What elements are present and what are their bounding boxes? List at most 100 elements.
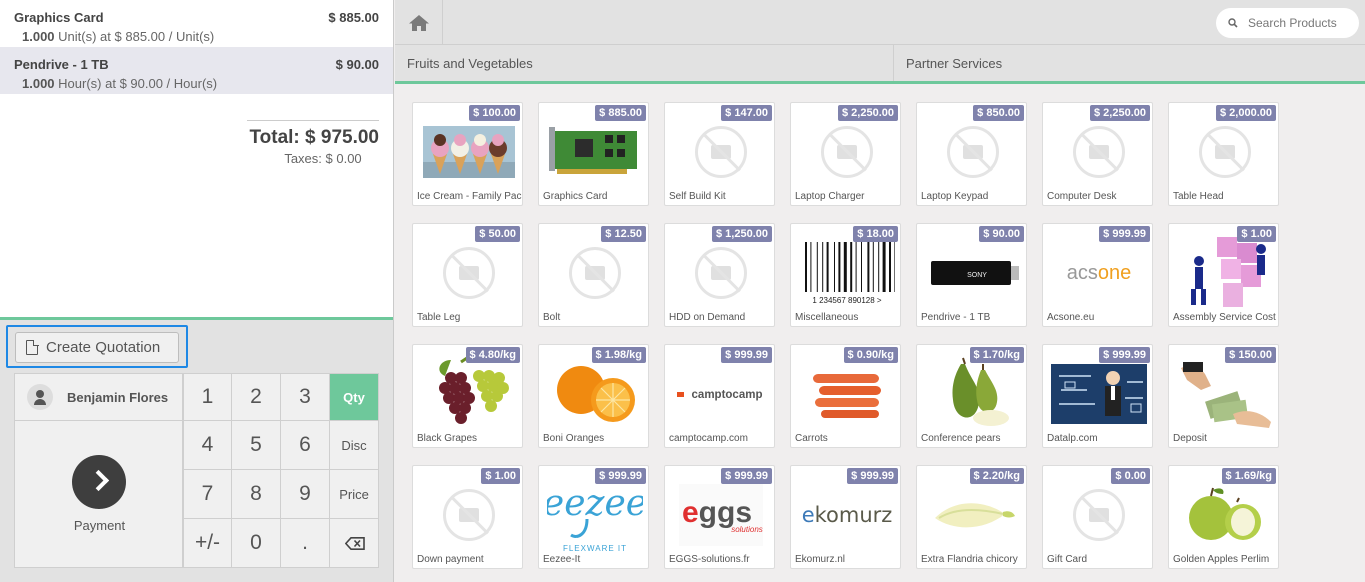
product-price: $ 147.00 [721, 105, 772, 121]
product-card[interactable]: $ 1.69/kg Golden Apples Perlim [1168, 465, 1279, 569]
product-name: Ekomurz.nl [795, 554, 846, 565]
product-name: Ice Cream - Family Pack [417, 191, 523, 202]
product-name: Graphics Card [543, 191, 608, 202]
product-name: Down payment [417, 554, 484, 565]
product-card[interactable]: eggs solutions $ 999.99 EGGS-solutions.fr [664, 465, 775, 569]
search-box[interactable] [1216, 8, 1359, 38]
category-partner-services[interactable]: Partner Services [894, 45, 1365, 81]
product-card[interactable]: $ 147.00 Self Build Kit [664, 102, 775, 206]
product-image [791, 117, 900, 187]
order-line-selected[interactable]: Pendrive - 1 TB $ 90.00 1.000 Hour(s) at… [0, 47, 393, 94]
customer-name: Benjamin Flores [67, 389, 169, 405]
numpad-key-0[interactable]: 0 [232, 519, 281, 568]
numpad: 1 2 3 Qty 4 5 6 Disc 7 8 9 Price +/- 0 . [183, 373, 379, 568]
numpad-key-8[interactable]: 8 [232, 470, 281, 519]
mode-disc-button[interactable]: Disc [330, 421, 379, 470]
product-price: $ 2,250.00 [1090, 105, 1150, 121]
no-image-icon [568, 247, 621, 299]
product-card[interactable]: camptocamp $ 999.99 camptocamp.com [664, 344, 775, 448]
numpad-key-7[interactable]: 7 [183, 470, 232, 519]
product-card[interactable]: $ 12.50 Bolt [538, 223, 649, 327]
product-price: $ 1,250.00 [712, 226, 772, 242]
numpad-key-2[interactable]: 2 [232, 373, 281, 421]
no-image-icon [694, 126, 747, 178]
product-card[interactable]: $ 885.00 Graphics Card [538, 102, 649, 206]
product-card[interactable]: $ 1,250.00 HDD on Demand [664, 223, 775, 327]
product-card[interactable]: $ 50.00 Table Leg [412, 223, 523, 327]
control-panel: Create Quotation Benjamin Flores Payment… [0, 317, 393, 582]
product-name: Pendrive - 1 TB [921, 312, 991, 323]
product-name: Laptop Keypad [921, 191, 989, 202]
product-image [413, 117, 522, 187]
category-fruits-and-vegetables[interactable]: Fruits and Vegetables [395, 45, 894, 81]
product-card[interactable]: $ 2.20/kg Extra Flandria chicory [916, 465, 1027, 569]
product-card[interactable]: $ 1.00 Assembly Service Cost [1168, 223, 1279, 327]
product-price: $ 50.00 [475, 226, 520, 242]
product-image [665, 238, 774, 308]
numpad-key-9[interactable]: 9 [281, 470, 330, 519]
product-card[interactable]: 1 234567 890128 > $ 18.00 Miscellaneous [790, 223, 901, 327]
create-quotation-label: Create Quotation [46, 339, 161, 356]
svg-text:ekomurz: ekomurz [801, 503, 892, 527]
product-card[interactable]: $ 2,250.00 Computer Desk [1042, 102, 1153, 206]
product-card[interactable]: eezee FLEXWARE IT $ 999.99 Eezee-It [538, 465, 649, 569]
mode-qty-button[interactable]: Qty [330, 373, 379, 421]
product-card[interactable]: acsone $ 999.99 Acsone.eu [1042, 223, 1153, 327]
order-panel: Graphics Card $ 885.00 1.000 Unit(s) at … [0, 0, 394, 582]
no-image-icon [1072, 126, 1125, 178]
product-name: HDD on Demand [669, 312, 746, 323]
product-image: acsone [1043, 238, 1152, 308]
product-card[interactable]: $ 999.99 Datalp.com [1042, 344, 1153, 448]
order-line[interactable]: Graphics Card $ 885.00 1.000 Unit(s) at … [0, 0, 393, 47]
numpad-key-1[interactable]: 1 [183, 373, 232, 421]
product-name: Bolt [543, 312, 561, 323]
product-card[interactable]: $ 1.00 Down payment [412, 465, 523, 569]
numpad-key-4[interactable]: 4 [183, 421, 232, 470]
product-image [1169, 359, 1278, 429]
numpad-key-6[interactable]: 6 [281, 421, 330, 470]
product-card[interactable]: SONY $ 90.00 Pendrive - 1 TB [916, 223, 1027, 327]
product-card[interactable]: $ 100.00 Ice Cream - Family Pack [412, 102, 523, 206]
product-screen: Fruits and Vegetables Partner Services $… [395, 0, 1365, 582]
home-button[interactable] [395, 0, 443, 45]
product-card[interactable]: $ 850.00 Laptop Keypad [916, 102, 1027, 206]
product-image: eggs solutions [665, 480, 774, 550]
product-card[interactable]: $ 150.00 Deposit [1168, 344, 1279, 448]
numpad-key-3[interactable]: 3 [281, 373, 330, 421]
create-quotation-button[interactable]: Create Quotation [15, 332, 179, 363]
product-price: $ 2,250.00 [838, 105, 898, 121]
payment-button[interactable]: Payment [14, 421, 183, 568]
product-image: eezee FLEXWARE IT [539, 480, 648, 553]
svg-text:eezee: eezee [547, 483, 643, 524]
product-image [539, 359, 648, 429]
product-card[interactable]: $ 0.00 Gift Card [1042, 465, 1153, 569]
customer-button[interactable]: Benjamin Flores [14, 373, 183, 421]
backspace-button[interactable] [330, 519, 379, 568]
svg-text:camptocamp: camptocamp [691, 389, 762, 401]
product-card[interactable]: $ 2,250.00 Laptop Charger [790, 102, 901, 206]
product-card[interactable]: $ 2,000.00 Table Head [1168, 102, 1279, 206]
chevron-right-icon [72, 455, 126, 509]
product-name: Table Head [1173, 191, 1224, 202]
product-card[interactable]: $ 0.90/kg Carrots [790, 344, 901, 448]
no-image-icon [442, 489, 495, 541]
product-card[interactable]: $ 1.70/kg Conference pears [916, 344, 1027, 448]
product-name: camptocamp.com [669, 433, 748, 444]
product-image [1169, 117, 1278, 187]
product-card[interactable]: $ 4.80/kg Black Grapes [412, 344, 523, 448]
mode-price-button[interactable]: Price [330, 470, 379, 519]
numpad-key-5[interactable]: 5 [232, 421, 281, 470]
user-icon [27, 384, 53, 410]
search-input[interactable] [1248, 16, 1353, 30]
numpad-key-dot[interactable]: . [281, 519, 330, 568]
product-image: 1 234567 890128 > [791, 238, 900, 308]
numpad-key-plusminus[interactable]: +/- [183, 519, 232, 568]
order-line-info: 1.000 Unit(s) at $ 885.00 / Unit(s) [14, 29, 379, 44]
document-icon [26, 339, 39, 355]
product-name: Gift Card [1047, 554, 1088, 565]
product-price: $ 1.70/kg [969, 347, 1024, 363]
product-card[interactable]: ekomurz $ 999.99 Ekomurz.nl [790, 465, 901, 569]
svg-text:FLEXWARE IT: FLEXWARE IT [562, 544, 626, 553]
product-card[interactable]: $ 1.98/kg Boni Oranges [538, 344, 649, 448]
product-name: Miscellaneous [795, 312, 859, 323]
